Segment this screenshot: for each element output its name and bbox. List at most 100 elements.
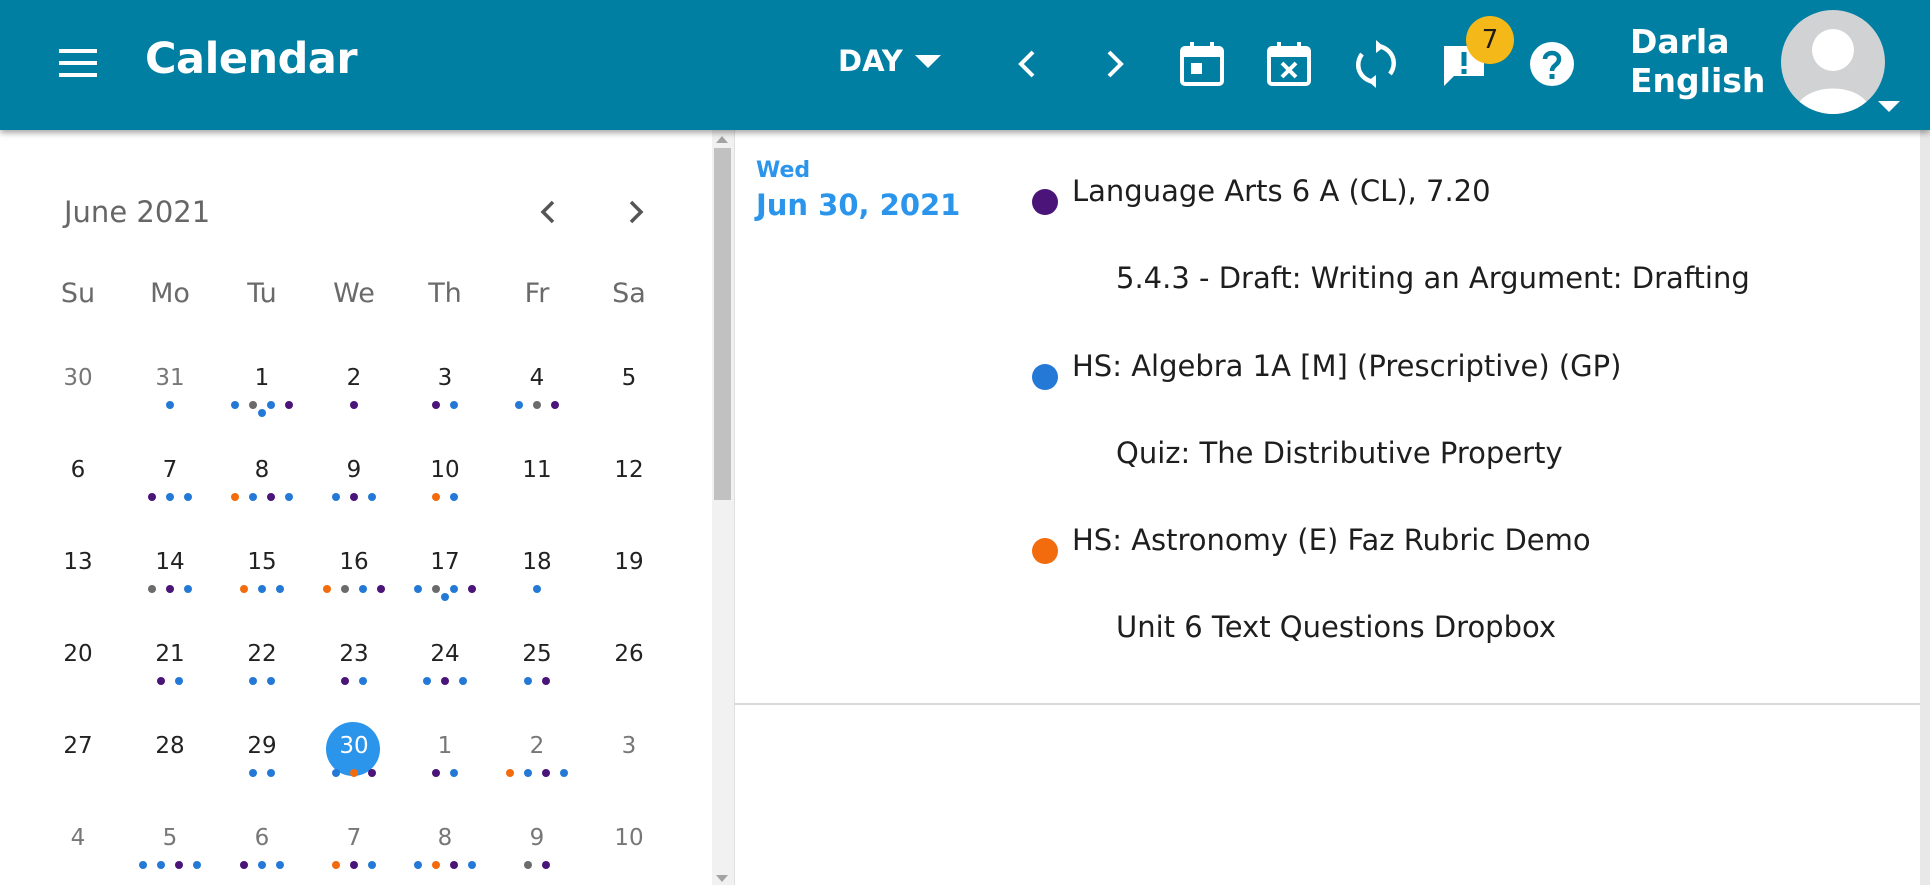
day-cell[interactable]: 2 [497,716,577,788]
account-menu-chevron-icon[interactable] [1878,101,1900,112]
day-cell[interactable]: 9 [314,440,394,512]
day-cell[interactable]: 20 [38,624,118,696]
day-cell[interactable]: 30 [38,348,118,420]
day-number: 3 [621,733,637,759]
day-cell[interactable]: 5 [130,808,210,880]
scroll-up-icon[interactable] [716,136,728,143]
day-number: 28 [155,733,185,759]
help-icon[interactable] [1526,38,1578,90]
day-cell[interactable]: 18 [497,532,577,604]
day-cell[interactable]: 6 [38,440,118,512]
event-dot [341,585,349,593]
event-dot [157,861,165,869]
event-dot [240,861,248,869]
day-number: 5 [162,825,178,851]
day-cell[interactable]: 7 [130,440,210,512]
previous-month-icon[interactable] [526,190,570,234]
event-dots [405,769,485,777]
event-dots [314,401,394,409]
notification-badge[interactable]: 7 [1466,16,1514,64]
day-cell[interactable]: 12 [589,440,669,512]
day-cell[interactable]: 9 [497,808,577,880]
day-cell[interactable]: 8 [222,440,302,512]
day-cell[interactable]: 3 [589,716,669,788]
user-name[interactable]: Darla English [1630,22,1765,100]
event-dot [533,585,541,593]
day-view-date: Jun 30, 2021 [756,188,961,222]
day-number: 23 [339,641,369,667]
day-cell[interactable]: 15 [222,532,302,604]
day-cell[interactable]: 17 [405,532,485,604]
event-dot [560,769,568,777]
day-view-weekday: Wed [756,158,811,183]
day-cell[interactable]: 4 [497,348,577,420]
event-dot [231,401,239,409]
day-number: 10 [430,457,460,483]
today-icon[interactable] [1176,38,1228,90]
day-cell[interactable]: 10 [405,440,485,512]
sync-icon[interactable] [1350,38,1402,90]
event-dots [497,861,577,869]
day-number: 2 [529,733,545,759]
event-color-dot [1032,189,1058,215]
day-cell[interactable]: 16 [314,532,394,604]
previous-icon[interactable] [1002,38,1054,90]
day-cell[interactable]: 27 [38,716,118,788]
day-number: 30 [63,365,93,391]
event-dot [450,585,458,593]
next-icon[interactable] [1088,38,1140,90]
day-cell[interactable]: 11 [497,440,577,512]
day-cell[interactable]: 7 [314,808,394,880]
day-cell[interactable]: 24 [405,624,485,696]
day-cell[interactable]: 29 [222,716,302,788]
event-dot [441,593,449,601]
day-number: 9 [529,825,545,851]
event-dots [405,677,485,685]
day-cell[interactable]: 22 [222,624,302,696]
day-view-divider [734,703,1920,705]
next-month-icon[interactable] [614,190,658,234]
day-number: 25 [522,641,552,667]
avatar-icon [1795,29,1871,114]
scrollbar-thumb[interactable] [714,148,731,500]
day-cell[interactable]: 1 [405,716,485,788]
event-dots [314,677,394,685]
menu-icon[interactable] [56,40,102,86]
day-cell[interactable]: 19 [589,532,669,604]
event-dot [414,585,422,593]
day-number: 29 [247,733,277,759]
clear-date-icon[interactable] [1263,38,1315,90]
event-dot [276,861,284,869]
view-mode-dropdown[interactable]: DAY [838,44,941,78]
day-number: 14 [155,549,185,575]
event-title[interactable]: Unit 6 Text Questions Dropbox [1116,610,1556,644]
day-cell[interactable]: 6 [222,808,302,880]
event-title[interactable]: 5.4.3 - Draft: Writing an Argument: Draf… [1116,261,1750,295]
day-cell[interactable]: 31 [130,348,210,420]
day-cell[interactable]: 3 [405,348,485,420]
day-cell[interactable]: 4 [38,808,118,880]
day-cell[interactable]: 10 [589,808,669,880]
scroll-down-icon[interactable] [716,875,728,882]
day-number: 31 [155,365,185,391]
day-cell[interactable]: 26 [589,624,669,696]
day-cell[interactable]: 2 [314,348,394,420]
right-scrollbar[interactable] [1920,130,1930,885]
day-number: 27 [63,733,93,759]
day-cell[interactable]: 25 [497,624,577,696]
avatar[interactable] [1781,10,1885,114]
chevron-down-icon [914,54,941,68]
day-cell[interactable]: 5 [589,348,669,420]
day-cell[interactable]: 8 [405,808,485,880]
day-cell[interactable]: 14 [130,532,210,604]
day-cell[interactable]: 23 [314,624,394,696]
day-cell[interactable]: 1 [222,348,302,420]
day-cell[interactable]: 21 [130,624,210,696]
day-number: 6 [254,825,270,851]
day-cell[interactable]: 28 [130,716,210,788]
day-number: 7 [346,825,362,851]
day-cell[interactable]: 13 [38,532,118,604]
event-title[interactable]: Quiz: The Distributive Property [1116,436,1563,470]
user-first-name: Darla [1630,22,1730,61]
selected-day-cell[interactable]: 30 [314,716,394,788]
